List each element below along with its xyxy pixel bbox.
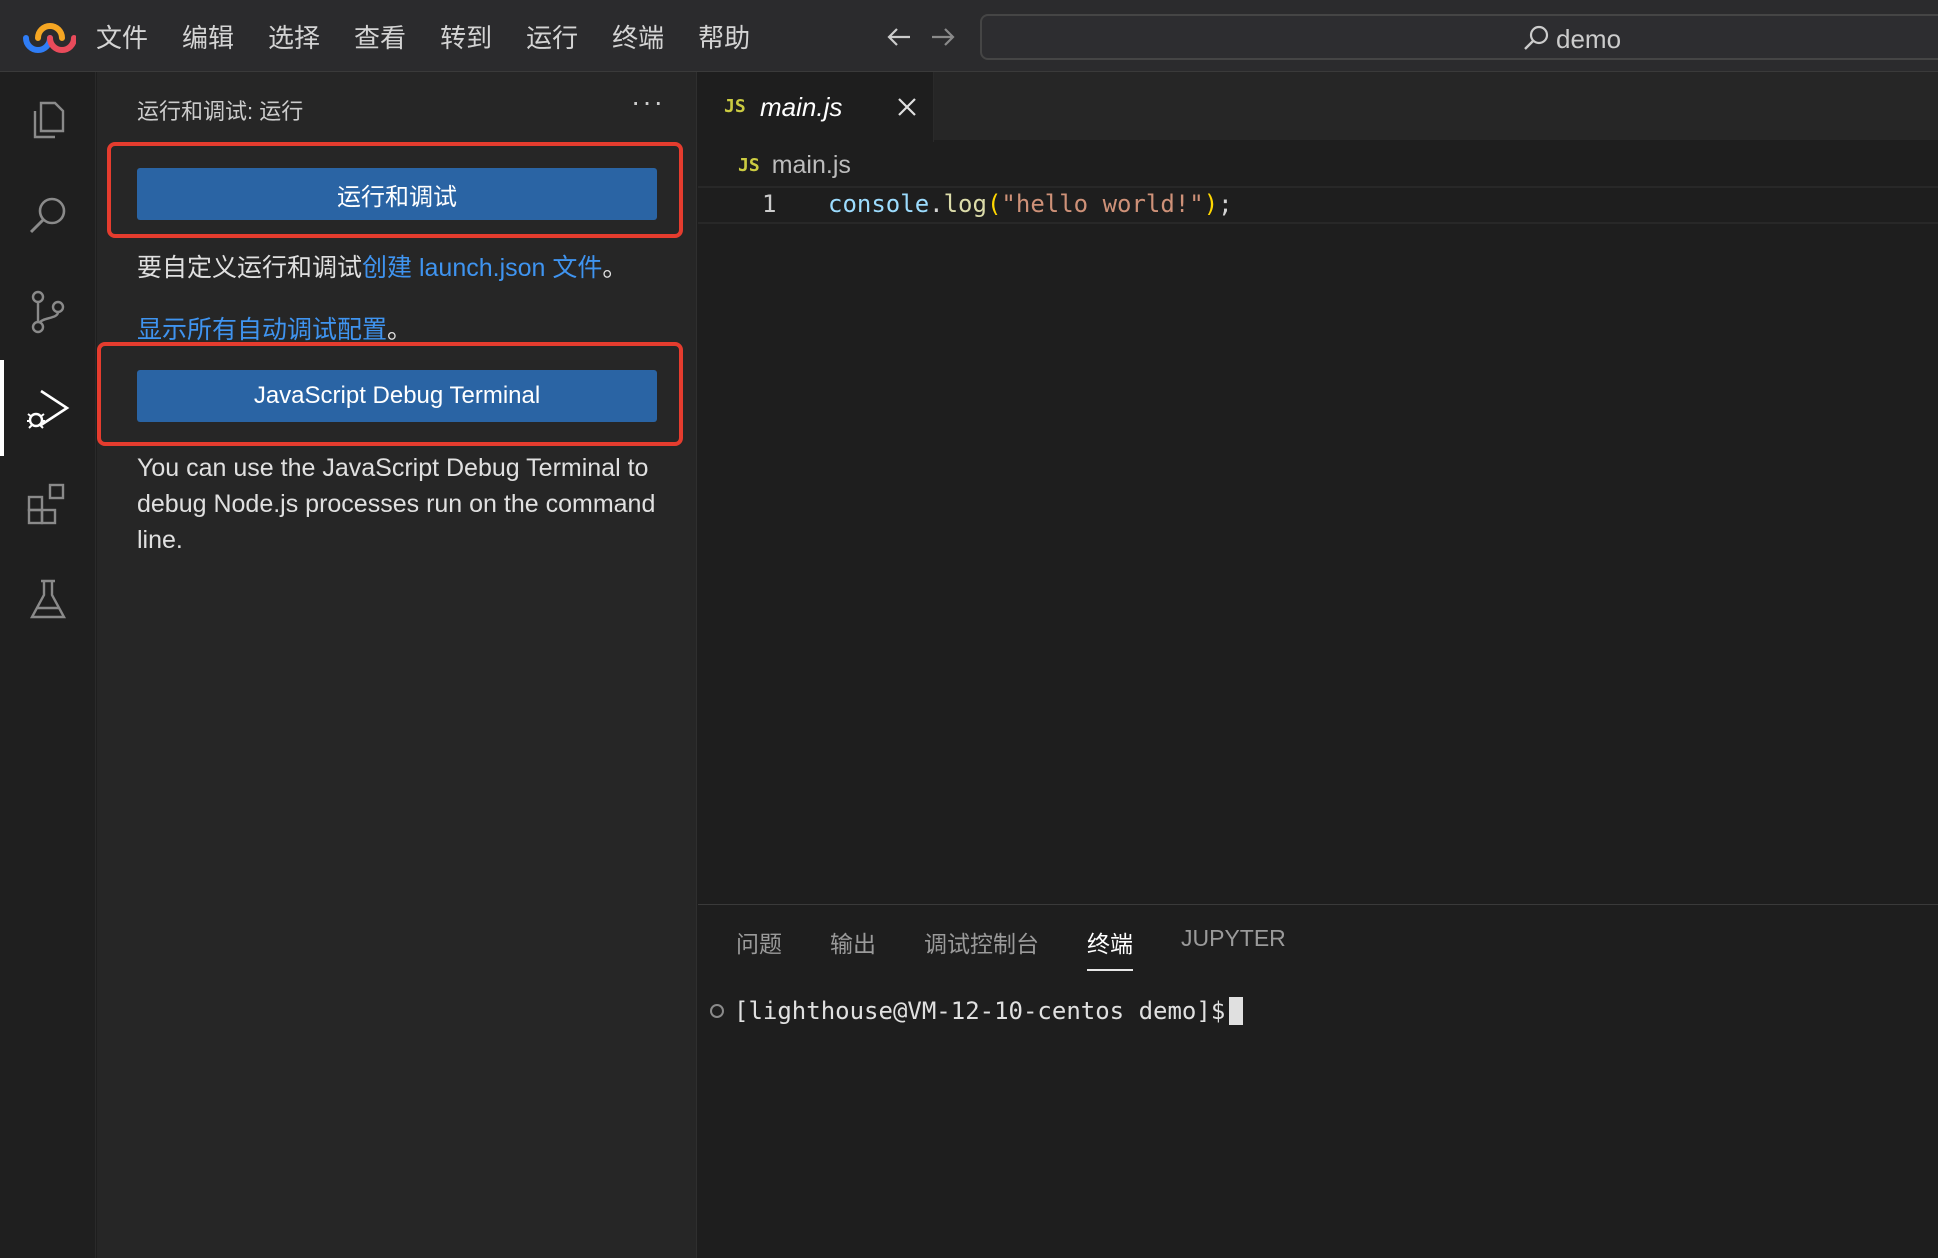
code-line[interactable]: 1 console.log("hello world!"); [698, 186, 1938, 224]
customize-end: 。 [602, 254, 628, 282]
arrow-left-icon[interactable] [884, 22, 914, 52]
close-icon[interactable] [894, 94, 920, 120]
menu-selection[interactable]: 选择 [268, 18, 320, 55]
command-center-search[interactable]: demo [980, 14, 1938, 60]
tab-main-js[interactable]: JS main.js [698, 72, 934, 142]
code-token-dot: . [929, 190, 944, 218]
editor-area: JS main.js JS main.js 1 console.log("hel… [698, 72, 1938, 904]
js-file-icon: JS [724, 96, 746, 117]
run-debug-icon [27, 389, 70, 429]
panel-tab-output[interactable]: 输出 [830, 925, 876, 971]
menu-view[interactable]: 查看 [354, 18, 406, 55]
terminal-prompt: [lighthouse@VM-12-10-centos demo]$ [734, 997, 1226, 1025]
menu-run[interactable]: 运行 [526, 18, 578, 55]
create-launch-json-link[interactable]: 创建 launch.json 文件 [362, 254, 602, 282]
activity-testing[interactable] [0, 552, 96, 648]
panel-tab-terminal[interactable]: 终端 [1087, 925, 1133, 971]
menu-go[interactable]: 转到 [440, 18, 492, 55]
code-token-function: log [943, 190, 987, 218]
activity-extensions[interactable] [0, 456, 96, 552]
beaker-icon [29, 579, 67, 619]
breadcrumb-file[interactable]: main.js [772, 151, 851, 180]
arrow-right-icon[interactable] [928, 22, 958, 52]
panel-tab-debug-console[interactable]: 调试控制台 [924, 925, 1039, 971]
sidebar-title: 运行和调试: 运行 [137, 99, 304, 124]
code-token-close-paren: ) [1203, 190, 1219, 218]
show-all-configs-link[interactable]: 显示所有自动调试配置 [137, 316, 387, 344]
activity-explorer[interactable] [0, 72, 96, 168]
tab-label: main.js [760, 92, 843, 122]
activity-run-debug[interactable] [0, 360, 96, 456]
customize-text: 要自定义运行和调试创建 launch.json 文件。 [137, 248, 627, 284]
code-token-semicolon: ; [1218, 190, 1233, 218]
menu-edit[interactable]: 编辑 [182, 18, 234, 55]
run-debug-sidebar: 运行和调试: 运行 ··· 运行和调试 要自定义运行和调试创建 launch.j… [97, 72, 697, 1258]
tab-bar: JS main.js [698, 72, 1938, 142]
show-all-text: 显示所有自动调试配置。 [137, 310, 412, 346]
panel-tabs: 问题 输出 调试控制台 终端 JUPYTER [736, 925, 1334, 971]
files-icon [33, 101, 65, 139]
menu-terminal[interactable]: 终端 [612, 18, 664, 55]
code-token-object: console [828, 190, 930, 218]
menu-file[interactable]: 文件 [96, 18, 148, 55]
panel-tab-jupyter[interactable]: JUPYTER [1181, 925, 1286, 971]
breadcrumb: JS main.js [738, 150, 851, 180]
js-debug-description: You can use the JavaScript Debug Termina… [137, 454, 656, 554]
code-token-string: "hello world!" [1001, 190, 1204, 218]
command-center-label: demo [1556, 24, 1622, 54]
js-debug-terminal-button[interactable]: JavaScript Debug Terminal [137, 370, 657, 422]
activity-bar [0, 72, 96, 1258]
app-logo-icon [23, 23, 76, 53]
activity-search[interactable] [0, 168, 96, 264]
show-all-end: 。 [387, 316, 413, 344]
bottom-panel: 问题 输出 调试控制台 终端 JUPYTER [lighthouse@VM-12… [698, 904, 1938, 1258]
activity-source-control[interactable] [0, 264, 96, 360]
panel-tab-problems[interactable]: 问题 [736, 925, 782, 971]
terminal-status-icon [710, 1004, 724, 1018]
code-token-open-paren: ( [986, 190, 1002, 218]
active-indicator [0, 360, 4, 456]
js-file-icon: JS [738, 154, 760, 176]
terminal-cursor [1229, 997, 1244, 1025]
menu-bar: 文件 编辑 选择 查看 转到 运行 终端 帮助 [96, 0, 784, 72]
customize-label: 要自定义运行和调试 [137, 254, 363, 282]
title-bar: 文件 编辑 选择 查看 转到 运行 终端 帮助 demo [0, 0, 1938, 72]
run-debug-button[interactable]: 运行和调试 [137, 168, 657, 220]
more-actions-icon[interactable]: ··· [631, 86, 665, 118]
menu-help[interactable]: 帮助 [698, 18, 750, 55]
search-icon [1524, 25, 1549, 50]
extensions-icon [27, 483, 65, 525]
terminal-line[interactable]: [lighthouse@VM-12-10-centos demo]$ [710, 997, 1244, 1025]
source-control-icon [31, 290, 65, 334]
line-number: 1 [762, 190, 777, 218]
search-icon [29, 197, 66, 234]
code-text[interactable]: console.log("hello world!"); [828, 190, 1233, 218]
